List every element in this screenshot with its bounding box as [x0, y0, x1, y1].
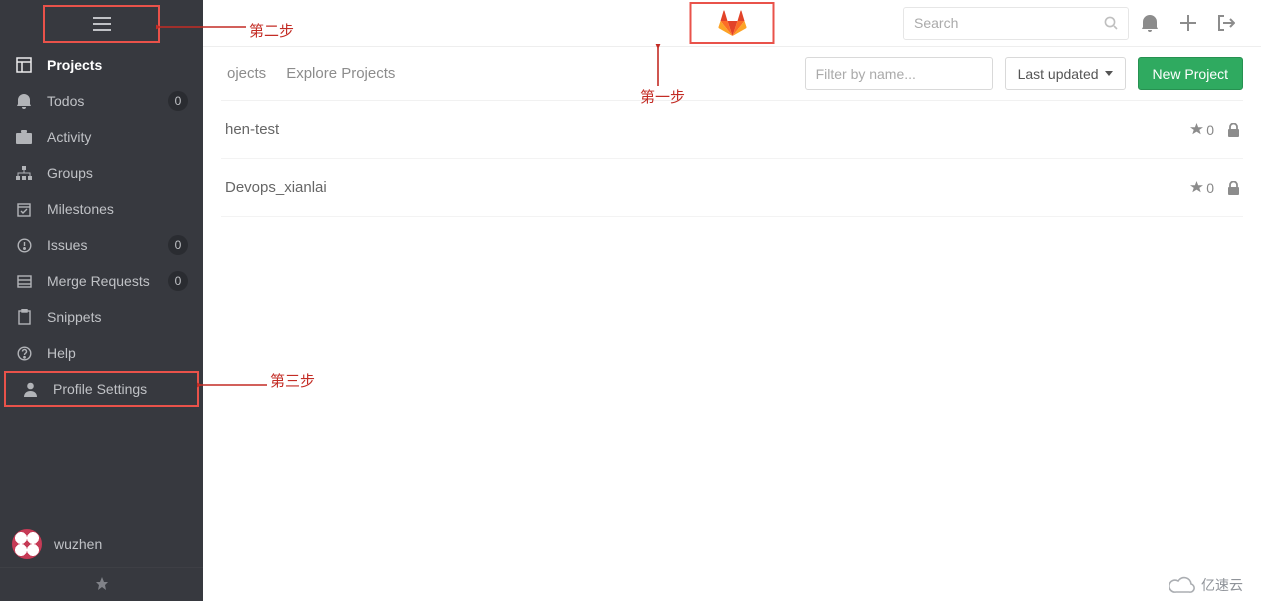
- hamburger-icon: [93, 17, 111, 31]
- project-name: hen-test: [221, 121, 1190, 138]
- sidebar-item-label: Snippets: [47, 309, 188, 325]
- new-project-label: New Project: [1153, 66, 1228, 82]
- star-icon: [1190, 123, 1203, 136]
- todos-bell-button[interactable]: [1133, 6, 1167, 40]
- search-input[interactable]: [914, 15, 1104, 31]
- project-meta: 0: [1190, 180, 1243, 196]
- exclamation-icon: [15, 238, 33, 253]
- tab-explore-projects[interactable]: Explore Projects: [280, 57, 401, 90]
- pin-icon[interactable]: [0, 567, 203, 601]
- bell-icon: [15, 93, 33, 109]
- username: wuzhen: [54, 536, 102, 552]
- star-count: 0: [1190, 180, 1214, 196]
- question-icon: [15, 346, 33, 361]
- sidebar-item-label: Issues: [47, 237, 154, 253]
- project-name: Devops_xianlai: [221, 179, 1190, 196]
- caret-down-icon: [1105, 71, 1113, 76]
- dashboard-icon: [15, 57, 33, 73]
- tab-your-projects[interactable]: ojects: [221, 57, 272, 90]
- search-icon: [1104, 16, 1118, 30]
- new-project-button[interactable]: New Project: [1138, 57, 1243, 90]
- count-badge: 0: [168, 91, 188, 111]
- sidebar-item-profile-settings[interactable]: Profile Settings: [6, 373, 197, 405]
- sidebar-item-projects[interactable]: Projects: [0, 47, 203, 83]
- topbar: [203, 0, 1261, 47]
- lock-icon: [1228, 181, 1239, 195]
- lock-icon: [1228, 123, 1239, 137]
- gitlab-logo-icon: [717, 9, 747, 37]
- sort-dropdown[interactable]: Last updated: [1005, 57, 1126, 90]
- project-tabs: ojects Explore Projects: [221, 57, 401, 90]
- sidebar-header: [0, 0, 203, 47]
- sidebar-item-label: Groups: [47, 165, 188, 181]
- search-box[interactable]: [903, 7, 1129, 40]
- project-meta: 0: [1190, 122, 1243, 138]
- clipboard-icon: [15, 309, 33, 325]
- sitemap-icon: [15, 166, 33, 180]
- avatar: [12, 529, 42, 559]
- sidebar-item-label: Help: [47, 345, 188, 361]
- logo-link[interactable]: [690, 2, 775, 44]
- project-row[interactable]: hen-test 0: [221, 101, 1243, 159]
- count-badge: 0: [168, 235, 188, 255]
- sidebar-item-label: Projects: [47, 57, 188, 73]
- sign-out-button[interactable]: [1209, 6, 1243, 40]
- sidebar-item-label: Merge Requests: [47, 273, 154, 289]
- sidebar-item-label: Milestones: [47, 201, 188, 217]
- tasks-icon: [15, 275, 33, 288]
- sidebar-item-activity[interactable]: Activity: [0, 119, 203, 155]
- star-icon: [1190, 181, 1203, 194]
- sidebar-item-issues[interactable]: Issues 0: [0, 227, 203, 263]
- star-value: 0: [1206, 122, 1214, 138]
- sidebar-item-milestones[interactable]: Milestones: [0, 191, 203, 227]
- user-icon: [21, 382, 39, 397]
- project-list: hen-test 0 Devops_xianlai: [221, 101, 1243, 217]
- projects-subbar: ojects Explore Projects Last updated New…: [221, 47, 1243, 101]
- sidebar-item-groups[interactable]: Groups: [0, 155, 203, 191]
- sidebar-user[interactable]: wuzhen: [0, 521, 203, 567]
- sidebar-item-label: Todos: [47, 93, 154, 109]
- count-badge: 0: [168, 271, 188, 291]
- sidebar-item-label: Profile Settings: [53, 381, 182, 397]
- logo-area: [690, 2, 775, 44]
- project-row[interactable]: Devops_xianlai 0: [221, 159, 1243, 217]
- topbar-right: [903, 6, 1261, 40]
- watermark: 亿速云: [1169, 575, 1243, 595]
- star-value: 0: [1206, 180, 1214, 196]
- sidebar: Projects Todos 0 Activity Groups M: [0, 0, 203, 601]
- sidebar-nav: Projects Todos 0 Activity Groups M: [0, 47, 203, 464]
- filter-by-name-input[interactable]: [805, 57, 993, 90]
- sidebar-item-help[interactable]: Help: [0, 335, 203, 371]
- profile-settings-highlight: Profile Settings: [4, 371, 199, 407]
- cloud-icon: [1169, 576, 1195, 594]
- new-project-plus-button[interactable]: [1171, 6, 1205, 40]
- main: ojects Explore Projects Last updated New…: [203, 47, 1261, 601]
- hamburger-button[interactable]: [43, 5, 160, 43]
- star-count: 0: [1190, 122, 1214, 138]
- calendar-check-icon: [15, 202, 33, 217]
- sidebar-item-snippets[interactable]: Snippets: [0, 299, 203, 335]
- sidebar-item-merge-requests[interactable]: Merge Requests 0: [0, 263, 203, 299]
- sidebar-item-todos[interactable]: Todos 0: [0, 83, 203, 119]
- watermark-text: 亿速云: [1201, 575, 1243, 595]
- briefcase-icon: [15, 130, 33, 144]
- sort-dropdown-label: Last updated: [1018, 66, 1099, 82]
- sidebar-item-label: Activity: [47, 129, 188, 145]
